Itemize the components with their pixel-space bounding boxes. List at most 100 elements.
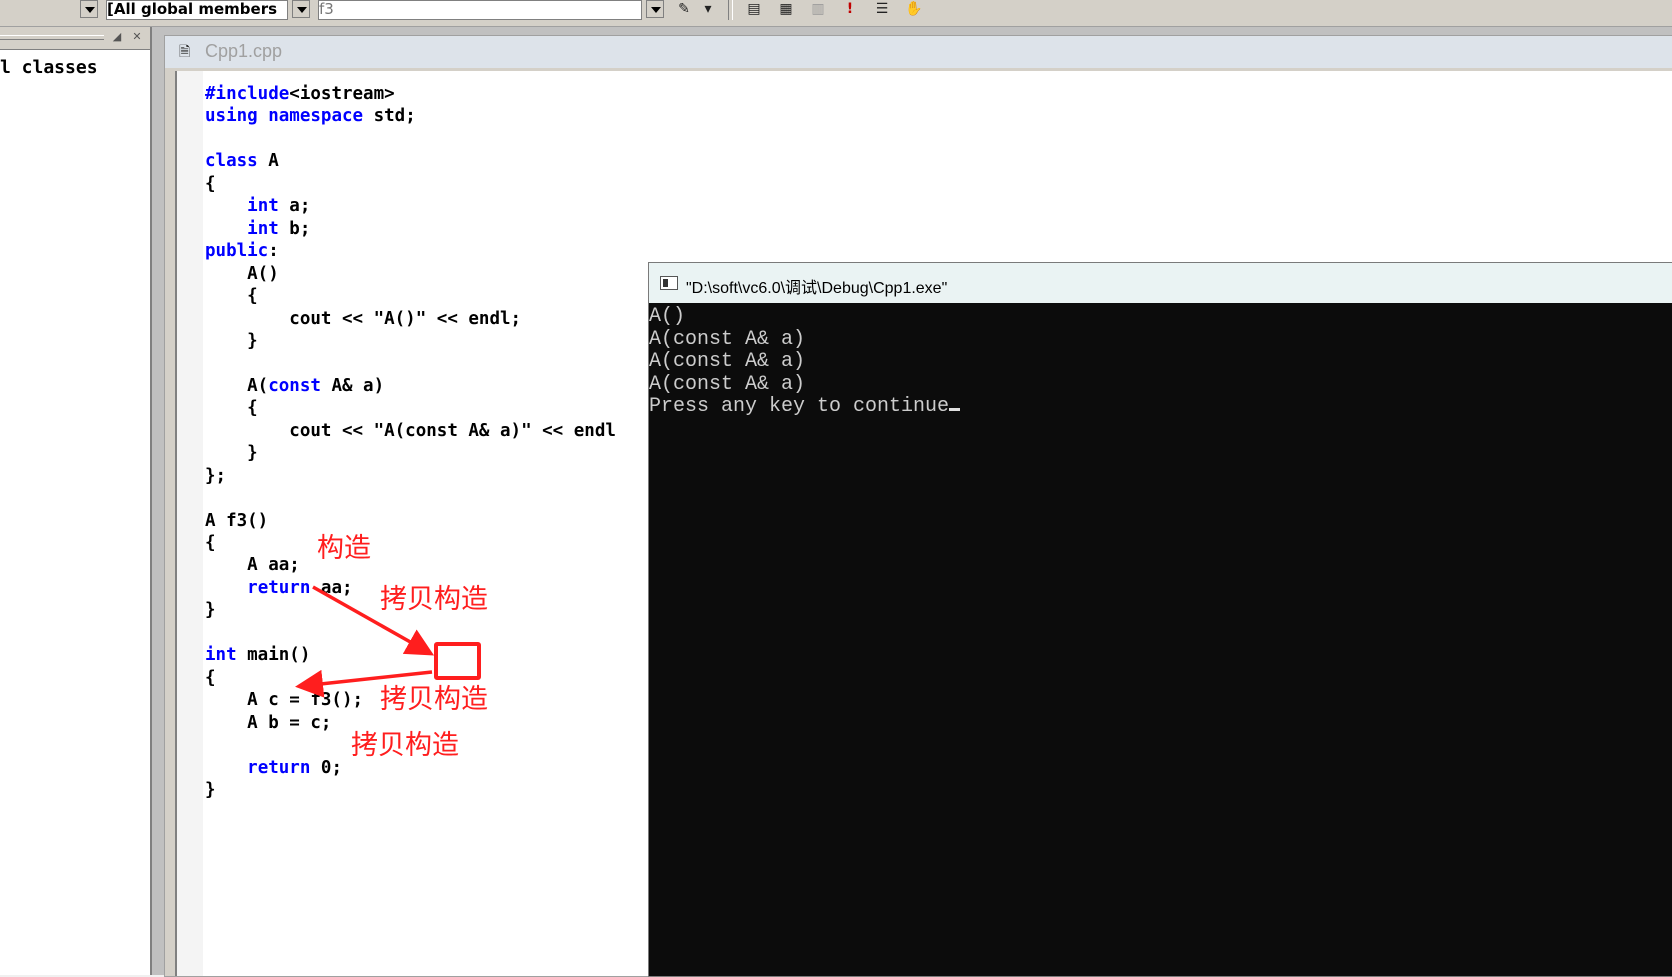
code-line: {: [205, 173, 216, 195]
build-icon[interactable]: ▦: [776, 0, 796, 18]
code-keyword: class: [205, 151, 258, 172]
annotation-copy-construct-c: 拷贝构造: [380, 684, 488, 715]
code-line: {: [205, 285, 258, 307]
console-line: A(): [649, 306, 685, 328]
annotation-copy-construct-b: 拷贝构造: [351, 730, 459, 761]
code-line: {: [205, 667, 216, 689]
console-line: Press any key to continue: [649, 395, 961, 419]
top-toolbar: [All global members f3 ✎ ▾ ▤ ▦ ▥ ! ☰ ✋: [0, 0, 1672, 27]
document-titlebar[interactable]: 🗎 Cpp1.cpp: [165, 36, 1672, 68]
console-line-text: Press any key to continue: [649, 395, 950, 419]
code-line: int b;: [205, 218, 310, 240]
code-line: }: [205, 779, 216, 801]
scope-dropdown[interactable]: [All global members: [106, 0, 288, 20]
console-line-text: A(const A& a): [649, 372, 806, 396]
temporary-object-box: [434, 642, 481, 680]
code-text: {: [205, 173, 216, 194]
code-line: A aa;: [205, 554, 300, 576]
code-text: };: [205, 465, 227, 486]
code-line: A c = f3();: [205, 689, 363, 711]
code-line: A(): [205, 263, 279, 285]
execute-icon[interactable]: !: [840, 0, 860, 18]
code-keyword: int: [205, 645, 237, 666]
editor-gutter: [177, 71, 203, 976]
console-titlebar[interactable]: "D:\soft\vc6.0\调试\Debug\Cpp1.exe": [649, 263, 1672, 303]
code-keyword: return: [247, 757, 311, 778]
panel-grip[interactable]: [0, 35, 104, 40]
workspace-header: ◢ ✕: [0, 27, 150, 50]
console-line-text: A(const A& a): [649, 350, 806, 374]
code-text: std;: [363, 106, 416, 127]
code-keyword: const: [268, 375, 321, 396]
code-text: A b = c;: [205, 712, 332, 733]
console-cursor: [949, 408, 961, 412]
close-icon[interactable]: ✕: [130, 30, 144, 44]
code-line: public:: [205, 240, 279, 262]
code-keyword: namespace: [268, 106, 364, 127]
code-line: int main(): [205, 644, 310, 666]
maximize-icon[interactable]: ◢: [110, 30, 124, 44]
code-keyword: int: [247, 196, 279, 217]
tree-item-classes[interactable]: l classes: [0, 57, 98, 78]
code-text: aa;: [310, 577, 353, 598]
code-text: A& a): [320, 375, 385, 396]
go-icon[interactable]: ✋: [904, 0, 924, 18]
code-line: #include<iostream>: [205, 83, 395, 105]
code-text: cout << "A()" << endl;: [205, 308, 522, 329]
code-line: {: [205, 532, 216, 554]
code-text: {: [205, 667, 216, 688]
stop-build-icon[interactable]: ▥: [808, 0, 828, 18]
code-text: {: [205, 398, 258, 419]
code-line: cout << "A(const A& a)" << endl: [205, 420, 616, 442]
code-line: A b = c;: [205, 712, 331, 734]
code-line: cout << "A()" << endl;: [205, 308, 521, 330]
code-line: }: [205, 330, 258, 352]
code-text: A(): [205, 263, 279, 284]
code-line: int a;: [205, 195, 310, 217]
code-line: };: [205, 465, 226, 487]
code-line: }: [205, 599, 216, 621]
code-keyword: int: [247, 218, 279, 239]
annotation-construct: 构造: [317, 533, 371, 564]
compile-icon[interactable]: ▤: [744, 0, 764, 18]
code-keyword: #include: [205, 84, 290, 104]
document-icon: 🗎: [179, 44, 191, 60]
wizard-icon[interactable]: ✎: [674, 0, 694, 18]
code-line: A(const A& a): [205, 375, 384, 397]
scope-dropdown-arrow[interactable]: [292, 0, 310, 18]
code-text: :: [268, 241, 279, 262]
code-text: A(: [205, 375, 269, 396]
console-window[interactable]: "D:\soft\vc6.0\调试\Debug\Cpp1.exe" A() A(c…: [648, 262, 1672, 977]
dropdown-arrow-icon[interactable]: ▾: [700, 0, 716, 18]
code-text: 0;: [310, 757, 342, 778]
toolbar-separator: [728, 0, 733, 20]
function-dropdown[interactable]: f3: [318, 0, 642, 20]
code-text: b;: [278, 218, 311, 239]
code-text: a;: [278, 196, 311, 217]
code-line: return 0;: [205, 757, 342, 779]
function-dropdown-arrow[interactable]: [646, 0, 664, 18]
console-line: A(const A& a): [649, 351, 805, 373]
code-text: A f3(): [205, 510, 269, 531]
code-text: }: [205, 779, 216, 800]
console-title: "D:\soft\vc6.0\调试\Debug\Cpp1.exe": [686, 280, 948, 297]
code-text: cout << "A(const A& a)" << endl: [205, 420, 616, 441]
console-line: A(const A& a): [649, 327, 806, 351]
code-line: }: [205, 442, 258, 464]
code-line: class A: [205, 150, 279, 172]
code-text: }: [205, 330, 258, 351]
breakpoint-icon[interactable]: ☰: [872, 0, 892, 18]
document-title: Cpp1.cpp: [205, 41, 283, 61]
code-text: A: [257, 151, 279, 172]
code-line: {: [205, 397, 258, 419]
console-line-text: A(const A& a): [649, 327, 806, 351]
code-keyword: return: [247, 577, 311, 598]
class-dropdown-arrow[interactable]: [80, 0, 98, 18]
code-line: using namespace std;: [205, 105, 416, 127]
console-app-icon: [660, 276, 678, 290]
